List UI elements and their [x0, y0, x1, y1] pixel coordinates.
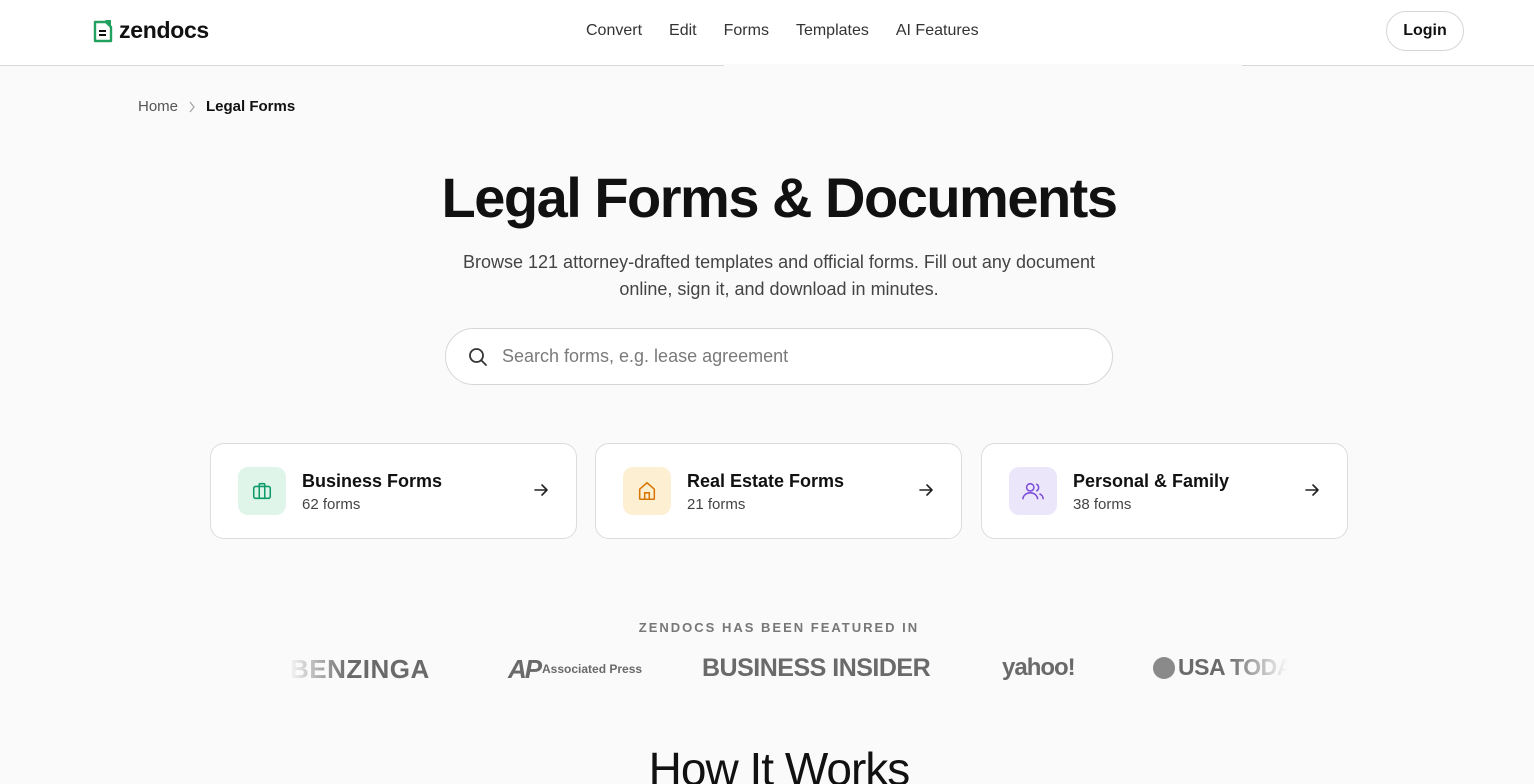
nav-item-forms[interactable]: Forms — [724, 22, 769, 40]
login-button[interactable]: Login — [1386, 11, 1464, 51]
nav-item-templates[interactable]: Templates — [796, 22, 869, 40]
usa-today-dot-icon — [1153, 657, 1175, 679]
search-bar[interactable] — [445, 328, 1113, 385]
category-card-business[interactable]: Business Forms 62 forms — [210, 443, 577, 539]
logos-fade-left — [288, 650, 348, 690]
logo-icon — [93, 20, 113, 43]
category-count: 21 forms — [687, 496, 746, 513]
logo[interactable]: zendocs — [93, 17, 209, 44]
nav-divider — [724, 64, 1242, 66]
press-logo-business-insider: BUSINESS INSIDER — [702, 654, 931, 682]
briefcase-icon — [252, 482, 272, 500]
press-logo-ap: AP — [508, 654, 542, 684]
site-header: zendocs Convert Edit Forms Templates AI … — [0, 0, 1534, 66]
category-title: Personal & Family — [1073, 471, 1230, 491]
category-count: 62 forms — [302, 496, 361, 513]
category-card-real-estate[interactable]: Real Estate Forms 21 forms — [595, 443, 962, 539]
nav-item-ai-features[interactable]: AI Features — [896, 22, 979, 40]
breadcrumb-current: Legal Forms — [206, 98, 296, 115]
arrow-right-icon — [919, 484, 933, 496]
arrow-right-icon — [1305, 484, 1319, 496]
press-logo-yahoo: yahoo! — [1002, 654, 1076, 681]
logo-text: zendocs — [119, 17, 209, 43]
category-icon-box — [623, 467, 671, 515]
page-title: Legal Forms & Documents — [441, 166, 1118, 229]
logos-fade-right — [1228, 650, 1288, 690]
search-icon — [469, 347, 487, 366]
users-icon — [1022, 482, 1044, 500]
nav-item-convert[interactable]: Convert — [586, 22, 642, 40]
arrow-right-icon — [534, 484, 548, 496]
section-title-how-it-works: How It Works — [648, 743, 911, 784]
search-input[interactable] — [502, 346, 1062, 367]
category-card-personal-family[interactable]: Personal & Family 38 forms — [981, 443, 1348, 539]
page-subtitle: Browse 121 attorney-drafted templates an… — [463, 252, 1095, 299]
category-icon-box — [238, 467, 286, 515]
press-logos: BENZINGA AP Associated Press BUSINESS IN… — [288, 650, 1288, 690]
featured-label: ZENDOCS HAS BEEN FEATURED IN — [638, 620, 920, 635]
chevron-right-icon — [189, 101, 195, 112]
press-logo-associated-press: Associated Press — [542, 662, 643, 676]
house-icon — [638, 481, 656, 501]
category-title: Business Forms — [302, 471, 443, 491]
nav-item-edit[interactable]: Edit — [669, 22, 697, 40]
category-icon-box — [1009, 467, 1057, 515]
category-count: 38 forms — [1073, 496, 1132, 513]
category-title: Real Estate Forms — [687, 471, 845, 491]
breadcrumb-home[interactable]: Home — [138, 98, 178, 115]
breadcrumb: Home Legal Forms — [138, 98, 295, 115]
main-nav: Convert Edit Forms Templates AI Features — [586, 22, 979, 40]
